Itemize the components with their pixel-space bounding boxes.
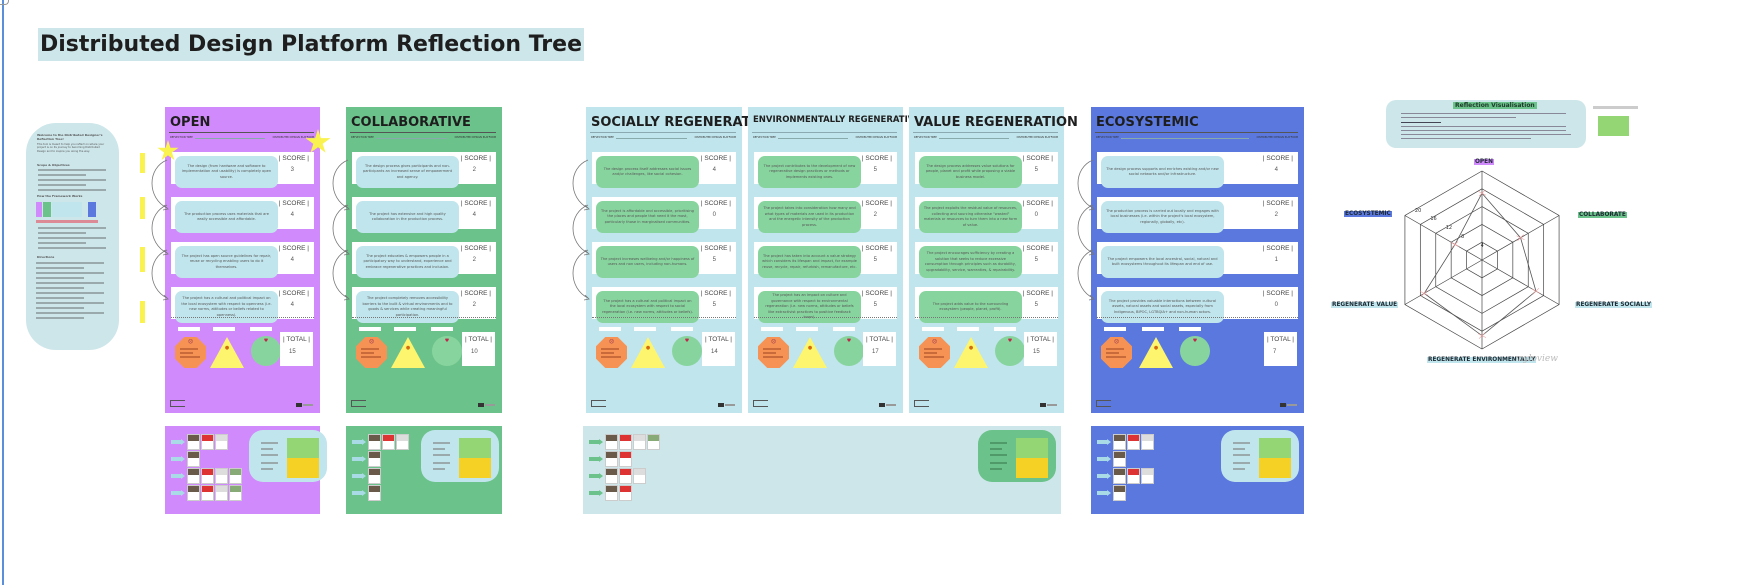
radar-point (1450, 241, 1460, 248)
radar-axis-label: REGENERATE SOCIALLY (1575, 301, 1653, 308)
radar-axis-label: ECOSYSTEMIC (1344, 210, 1392, 217)
radar-tick-label: 12 (1445, 225, 1453, 232)
radar-spoke (1481, 259, 1560, 305)
radar-axis-label: OPEN (1474, 159, 1494, 165)
radar-axis-label: REGENERATE VALUE (1331, 301, 1399, 308)
radar-tick-label: 20 (1414, 207, 1422, 214)
radar-series-line (1423, 192, 1537, 337)
radar-chart (1404, 170, 1560, 350)
radar-tick-label: 8 (1461, 234, 1465, 241)
radar-axis-label: COLLABORATE (1578, 211, 1627, 218)
radar-spoke (1404, 259, 1483, 305)
radar-tick-label: 16 (1430, 216, 1437, 223)
radar-point (1516, 234, 1525, 241)
watermark: myloview (1515, 354, 1558, 364)
radar-spoke (1404, 215, 1483, 261)
radar-tick-label: 4 (1480, 243, 1484, 250)
